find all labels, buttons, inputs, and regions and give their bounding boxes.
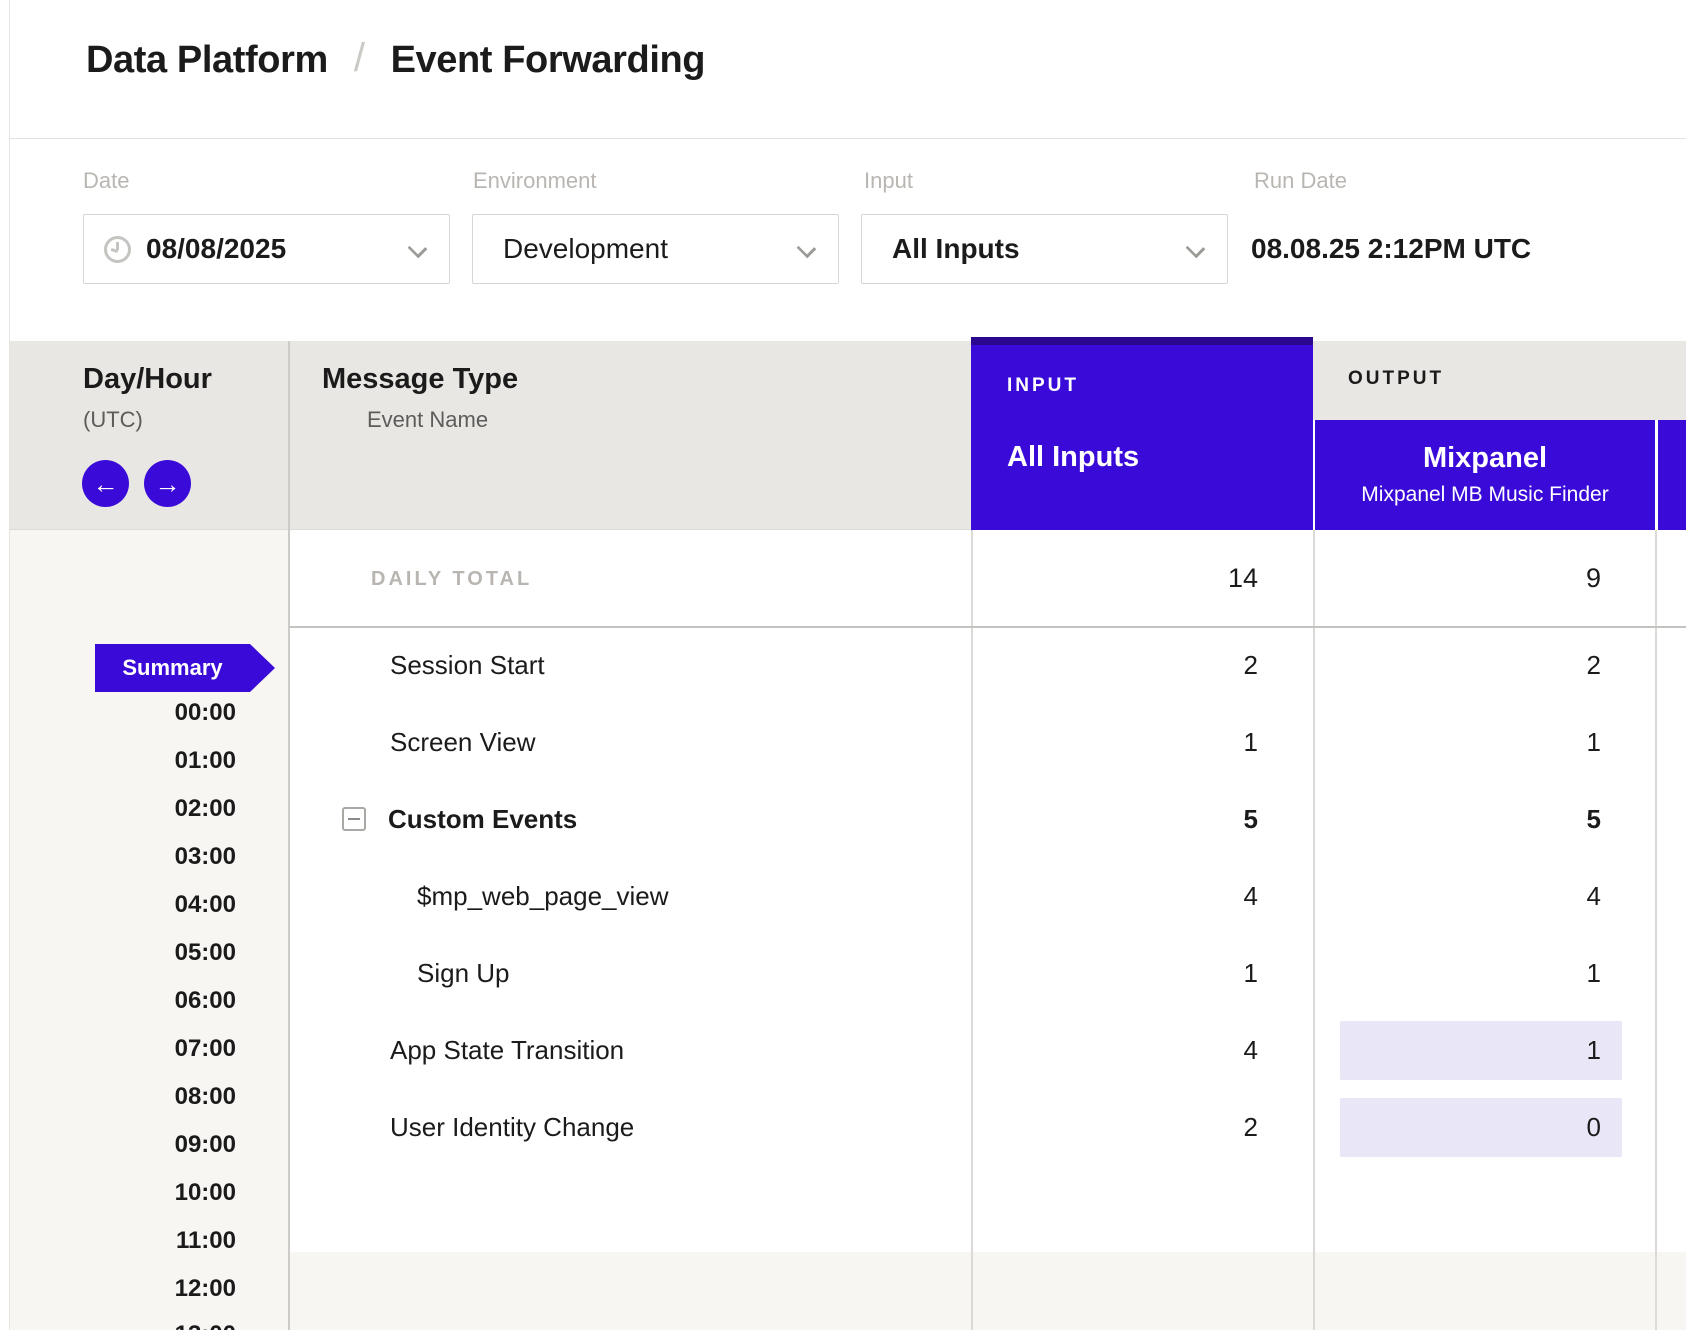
output-section-label: OUTPUT [1348, 368, 1444, 390]
input-cell: 1 [971, 935, 1258, 1012]
hour-label[interactable]: 09:00 [10, 1131, 236, 1159]
highlighted-output-cell[interactable]: 0 [1340, 1098, 1622, 1157]
output-column-header-next-partial[interactable] [1655, 420, 1686, 530]
highlighted-output-cell[interactable]: 1 [1340, 1021, 1622, 1080]
environment-filter-label: Environment [473, 168, 597, 194]
daily-total-input-value: 14 [971, 530, 1258, 626]
table-row: $mp_web_page_view 4 4 [290, 858, 1686, 935]
table-row: Session Start 2 2 [290, 627, 1686, 704]
table-row: Screen View 1 1 [290, 704, 1686, 781]
hour-label[interactable]: 12:00 [10, 1275, 236, 1303]
input-dropdown[interactable]: All Inputs [861, 214, 1228, 284]
breadcrumb: Data Platform / Event Forwarding [86, 38, 705, 83]
chevron-down-icon [797, 239, 817, 259]
date-filter-label: Date [83, 168, 129, 194]
input-cell: 5 [971, 781, 1258, 858]
table-row-custom-events: Custom Events 5 5 [290, 781, 1686, 858]
row-label: Sign Up [417, 935, 510, 1012]
daily-total-output-value: 9 [1315, 530, 1601, 626]
row-label: $mp_web_page_view [417, 858, 669, 935]
hour-label[interactable]: 04:00 [10, 891, 236, 919]
breadcrumb-item-event-forwarding[interactable]: Event Forwarding [391, 39, 706, 82]
input-section-label: INPUT [1007, 375, 1313, 397]
row-label: Session Start [390, 627, 545, 704]
input-cell: 1 [971, 704, 1258, 781]
day-hour-title: Day/Hour [83, 363, 212, 396]
table-row: App State Transition 4 1 [290, 1012, 1686, 1089]
date-value: 08/08/2025 [146, 233, 286, 265]
chevron-down-icon [1186, 239, 1206, 259]
collapse-toggle-minus-icon[interactable] [342, 807, 366, 831]
output-cell: 1 [1315, 935, 1601, 1012]
hour-label[interactable]: 13:00 [10, 1321, 236, 1330]
header-divider [10, 138, 1686, 139]
hour-label[interactable]: 00:00 [10, 699, 236, 727]
table-row: Sign Up 1 1 [290, 935, 1686, 1012]
hour-label[interactable]: 02:00 [10, 795, 236, 823]
output-cell: 5 [1315, 781, 1601, 858]
hour-label[interactable]: 06:00 [10, 987, 236, 1015]
hour-label[interactable]: 10:00 [10, 1179, 236, 1207]
breadcrumb-separator: / [354, 36, 365, 81]
input-cell: 4 [971, 858, 1258, 935]
hour-label[interactable]: 05:00 [10, 939, 236, 967]
message-type-title: Message Type [322, 363, 518, 396]
run-date-label: Run Date [1254, 168, 1347, 194]
run-date-value: 08.08.25 2:12PM UTC [1251, 214, 1531, 284]
clock-icon [104, 236, 131, 263]
row-label: Custom Events [388, 781, 577, 858]
arrow-right-icon: → [155, 471, 181, 497]
input-cell: 2 [971, 627, 1258, 704]
summary-flag[interactable]: Summary [95, 644, 250, 692]
output-column-subtitle: Mixpanel MB Music Finder [1315, 483, 1655, 507]
output-column-header-mixpanel[interactable]: Mixpanel Mixpanel MB Music Finder [1313, 420, 1655, 530]
table-row: User Identity Change 2 0 [290, 1089, 1686, 1166]
hour-label[interactable]: 08:00 [10, 1083, 236, 1111]
chevron-down-icon [408, 239, 428, 259]
input-column-name: All Inputs [1007, 441, 1313, 474]
daily-total-label: DAILY TOTAL [371, 568, 532, 591]
hour-label[interactable]: 03:00 [10, 843, 236, 871]
output-cell: 4 [1315, 858, 1601, 935]
input-filter-label: Input [864, 168, 913, 194]
row-label: Screen View [390, 704, 536, 781]
input-value: All Inputs [892, 233, 1020, 265]
environment-dropdown[interactable]: Development [472, 214, 839, 284]
event-name-label: Event Name [367, 407, 488, 433]
hour-label[interactable]: 01:00 [10, 747, 236, 775]
event-forwarding-page: Data Platform / Event Forwarding Date En… [0, 0, 1686, 1330]
output-column-name: Mixpanel [1315, 442, 1655, 475]
arrow-left-icon: ← [93, 471, 119, 497]
output-cell: 1 [1315, 704, 1601, 781]
input-column-header[interactable]: INPUT All Inputs [971, 337, 1313, 530]
date-dropdown[interactable]: 08/08/2025 [83, 214, 450, 284]
daily-total-row: DAILY TOTAL 14 9 [290, 530, 1686, 626]
breadcrumb-item-data-platform[interactable]: Data Platform [86, 39, 328, 82]
next-day-button[interactable]: → [144, 460, 191, 507]
table-footer-background [290, 1252, 1686, 1330]
output-cell: 2 [1315, 627, 1601, 704]
hour-label[interactable]: 07:00 [10, 1035, 236, 1063]
environment-value: Development [503, 233, 668, 265]
previous-day-button[interactable]: ← [82, 460, 129, 507]
utc-label: (UTC) [83, 407, 143, 433]
hour-label[interactable]: 11:00 [10, 1227, 236, 1255]
